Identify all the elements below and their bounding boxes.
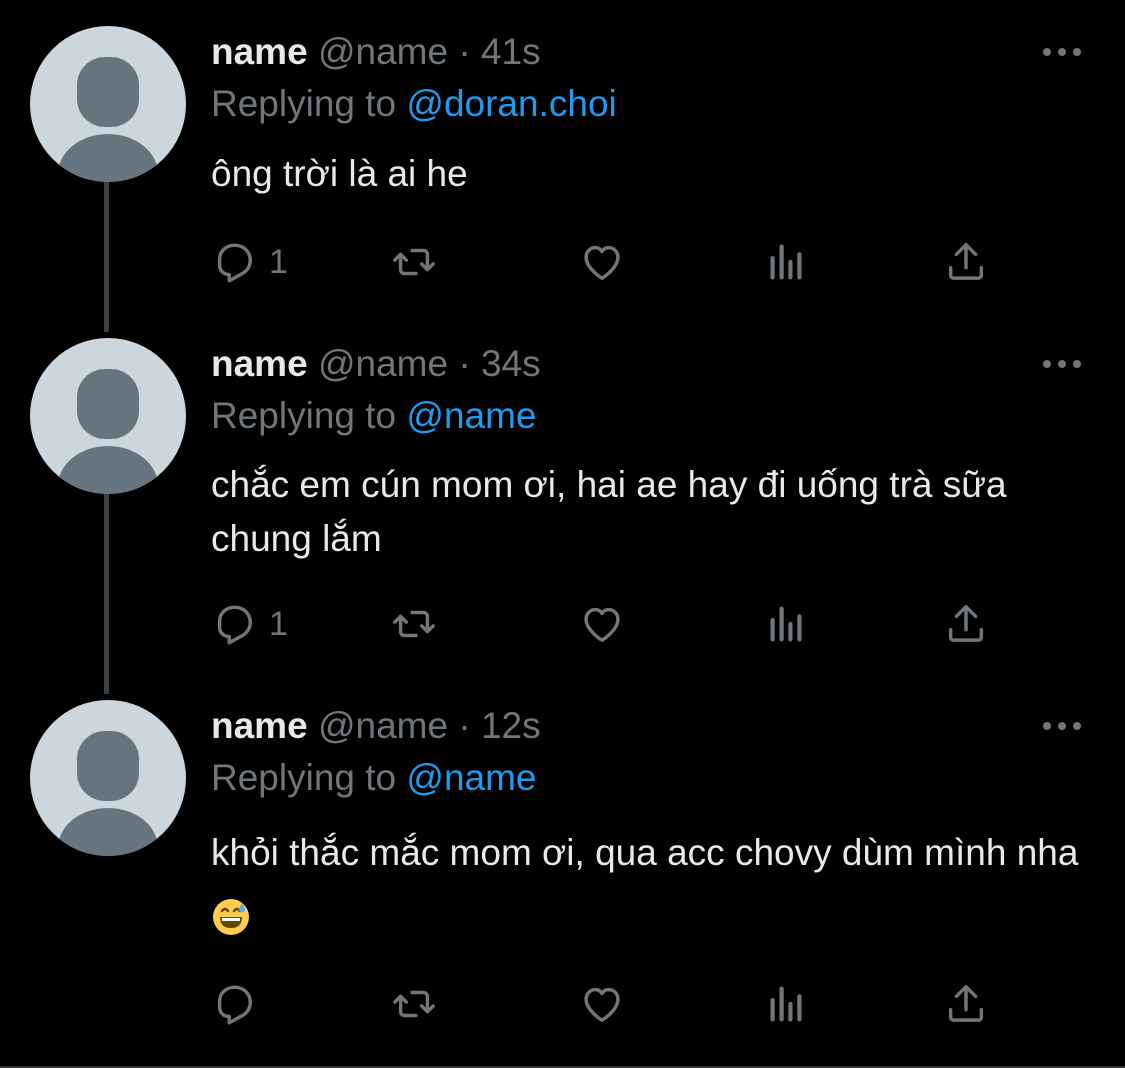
like-button[interactable] — [579, 976, 625, 1032]
avatar-body — [58, 134, 158, 182]
tweet-text-wrapper: khỏi thắc mắc mom ơi, qua acc chovy dùm … — [211, 820, 1091, 958]
tweet-text: khỏi thắc mắc mom ơi, qua acc chovy dùm … — [211, 832, 1079, 873]
display-name[interactable]: name — [211, 31, 308, 72]
reply-icon — [217, 605, 253, 645]
separator-dot: · — [458, 343, 471, 384]
more-icon[interactable] — [1040, 40, 1084, 64]
reply-count: 1 — [269, 604, 288, 643]
retweet-button[interactable] — [391, 976, 437, 1032]
avatar-head — [77, 369, 139, 439]
like-button[interactable] — [579, 596, 625, 652]
replying-to: Replying to @name — [211, 394, 537, 438]
like-button[interactable] — [579, 234, 625, 290]
replying-to: Replying to @doran.choi — [211, 82, 617, 126]
tweet-header: name @name · 34s — [211, 342, 541, 386]
replying-to-label: Replying to — [211, 395, 407, 436]
mention-link[interactable]: @doran.choi — [406, 83, 616, 124]
tweet[interactable]: name @name · 12s Replying to @name khỏi … — [0, 674, 1125, 1054]
avatar[interactable] — [30, 338, 186, 494]
reply-button[interactable] — [211, 976, 269, 1032]
heart-icon — [584, 607, 620, 643]
views-button[interactable] — [763, 976, 809, 1032]
avatar-head — [77, 57, 139, 127]
replying-to: Replying to @name — [211, 756, 537, 800]
avatar-body — [58, 808, 158, 856]
tweet-header: name @name · 12s — [211, 704, 541, 748]
mention-link[interactable]: @name — [406, 757, 536, 798]
tweet-actions: 1 — [211, 234, 1011, 290]
tweet-header: name @name · 41s — [211, 30, 541, 74]
heart-icon — [584, 245, 620, 281]
retweet-icon — [393, 610, 435, 638]
display-name[interactable]: name — [211, 705, 308, 746]
user-handle[interactable]: @name — [318, 343, 448, 384]
mention-link[interactable]: @name — [406, 395, 536, 436]
analytics-icon — [770, 986, 802, 1022]
avatar[interactable] — [30, 700, 186, 856]
reply-icon — [217, 985, 253, 1025]
tweet-timestamp[interactable]: 12s — [481, 705, 541, 746]
replying-to-label: Replying to — [211, 83, 407, 124]
tweet-timestamp[interactable]: 34s — [481, 343, 541, 384]
user-handle[interactable]: @name — [318, 31, 448, 72]
reply-thread: name @name · 41s Replying to @doran.choi… — [0, 0, 1125, 1068]
display-name[interactable]: name — [211, 343, 308, 384]
tweet[interactable]: name @name · 41s Replying to @doran.choi… — [0, 0, 1125, 320]
tweet-actions — [211, 976, 1011, 1032]
analytics-icon — [770, 606, 802, 642]
retweet-icon — [393, 990, 435, 1018]
tweet-timestamp[interactable]: 41s — [481, 31, 541, 72]
tweet[interactable]: name @name · 34s Replying to @name chắc … — [0, 312, 1125, 682]
avatar[interactable] — [30, 26, 186, 182]
avatar-head — [77, 731, 139, 801]
tweet-text: chắc em cún mom ơi, hai ae hay đi uống t… — [211, 464, 1007, 559]
share-icon — [948, 985, 984, 1022]
share-button[interactable] — [943, 976, 989, 1032]
share-button[interactable] — [943, 596, 989, 652]
avatar-body — [58, 446, 158, 494]
reply-button[interactable]: 1 — [211, 596, 288, 652]
more-icon[interactable] — [1040, 714, 1084, 738]
grinning-sweat-emoji — [211, 892, 251, 958]
separator-dot: · — [458, 705, 471, 746]
retweet-button[interactable] — [391, 234, 437, 290]
views-button[interactable] — [763, 234, 809, 290]
retweet-button[interactable] — [391, 596, 437, 652]
more-icon[interactable] — [1040, 352, 1084, 376]
separator-dot: · — [458, 31, 471, 72]
tweet-actions: 1 — [211, 596, 1011, 652]
share-button[interactable] — [943, 234, 989, 290]
reply-icon — [217, 243, 253, 283]
views-button[interactable] — [763, 596, 809, 652]
user-handle[interactable]: @name — [318, 705, 448, 746]
reply-button[interactable]: 1 — [211, 234, 288, 290]
analytics-icon — [770, 244, 802, 280]
retweet-icon — [393, 248, 435, 276]
share-icon — [948, 605, 984, 642]
replying-to-label: Replying to — [211, 757, 407, 798]
reply-count: 1 — [269, 242, 288, 281]
tweet-text: ông trời là ai he — [211, 153, 468, 194]
share-icon — [948, 243, 984, 280]
heart-icon — [584, 987, 620, 1023]
